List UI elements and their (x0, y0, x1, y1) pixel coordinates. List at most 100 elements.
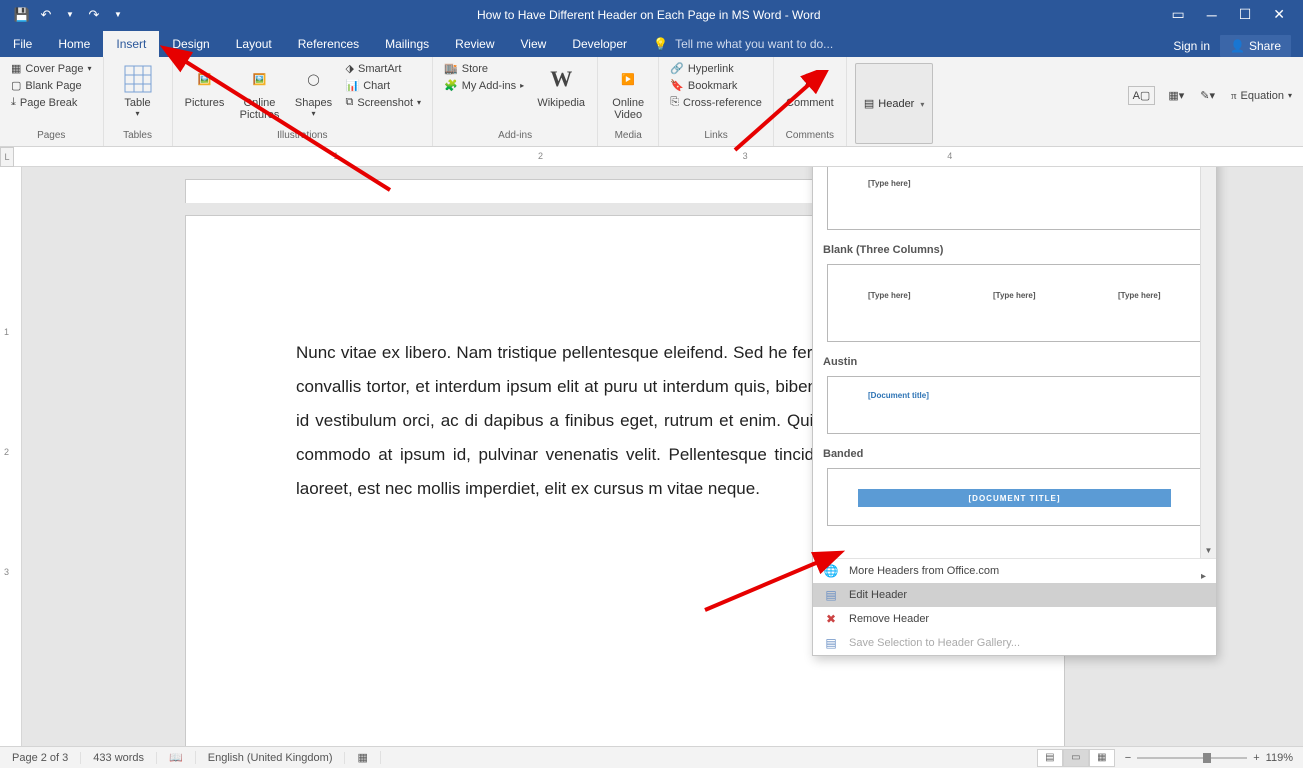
view-buttons: ▤ ▭ ▦ (1037, 749, 1115, 767)
maximize-icon[interactable]: ☐ (1239, 6, 1252, 23)
comment-button[interactable]: 💬Comment (782, 61, 838, 130)
table-button[interactable]: Table▾ (112, 61, 164, 130)
group-tables: Table▾ Tables (104, 57, 173, 146)
chart-button[interactable]: 📊Chart (343, 78, 425, 93)
picture-icon: 🖼️ (189, 63, 221, 95)
lightbulb-icon: 💡 (653, 37, 668, 51)
tab-layout[interactable]: Layout (223, 31, 285, 57)
gallery-item-banded[interactable]: [DOCUMENT TITLE] (827, 468, 1202, 526)
ribbon: ▦Cover Page▾ ▢Blank Page ⤓Page Break Pag… (0, 57, 1303, 147)
gallery-item-label: Banded (813, 444, 1216, 464)
status-language[interactable]: English (United Kingdom) (196, 752, 346, 764)
view-web-icon[interactable]: ▦ (1089, 749, 1115, 767)
header-gallery-dropdown: Built-in Blank [Type here] Blank (Three … (812, 167, 1217, 656)
edit-header-command[interactable]: ▤ Edit Header (813, 583, 1216, 607)
shapes-icon: ◯ (298, 63, 330, 95)
signin-link[interactable]: Sign in (1173, 39, 1210, 53)
textbox-shortcut[interactable]: A▢ (1128, 86, 1156, 105)
status-proofing-icon[interactable]: 📖 (157, 751, 196, 764)
status-macro-icon[interactable]: ▦ (345, 751, 380, 764)
bookmark-button[interactable]: 🔖Bookmark (667, 78, 765, 93)
chevron-down-icon (918, 98, 924, 110)
tab-file[interactable]: File (0, 31, 45, 57)
tab-developer[interactable]: Developer (559, 31, 640, 57)
horizontal-ruler-area: L 1 2 3 4 (0, 147, 1303, 167)
store-button[interactable]: 🏬Store (441, 61, 527, 76)
header-button-label: Header (878, 98, 914, 110)
cover-page-button[interactable]: ▦Cover Page▾ (8, 61, 95, 76)
share-button[interactable]: 👤 Share (1220, 35, 1291, 57)
screenshot-icon: ⧉ (346, 96, 354, 109)
tab-mailings[interactable]: Mailings (372, 31, 442, 57)
tab-design[interactable]: Design (159, 31, 222, 57)
redo-icon[interactable]: ↷ (86, 7, 102, 23)
tell-me[interactable]: 💡 Tell me what you want to do... (640, 31, 846, 57)
status-words[interactable]: 433 words (81, 752, 157, 764)
ribbon-display-icon[interactable]: ▭ (1172, 6, 1185, 23)
ribbon-tabs: File Home Insert Design Layout Reference… (0, 29, 1303, 57)
gallery-item-label: Blank (Three Columns) (813, 240, 1216, 260)
cross-ref-icon: ⎘ (670, 96, 679, 109)
header-dropdown-button[interactable]: ▤ Header (855, 63, 934, 144)
zoom-out-button[interactable]: − (1125, 752, 1131, 764)
tab-home[interactable]: Home (45, 31, 103, 57)
ruler-tab-selector[interactable]: L (0, 147, 14, 167)
tab-insert[interactable]: Insert (103, 31, 159, 57)
signature-shortcut[interactable]: ✎▾ (1197, 88, 1218, 103)
gallery-item-blank[interactable]: [Type here] (827, 167, 1202, 230)
hyperlink-button[interactable]: 🔗Hyperlink (667, 61, 765, 76)
more-headers-command[interactable]: 🌐 More Headers from Office.com (813, 559, 1216, 583)
wikipedia-button[interactable]: WWikipedia (533, 61, 589, 130)
group-illustrations: 🖼️Pictures 🖼️Online Pictures ◯Shapes▾ ⬗S… (173, 57, 434, 146)
undo-icon[interactable]: ↶ (38, 7, 54, 23)
group-pages: ▦Cover Page▾ ▢Blank Page ⤓Page Break Pag… (0, 57, 104, 146)
close-icon[interactable]: ✕ (1273, 6, 1285, 23)
share-label: Share (1249, 39, 1281, 53)
gallery-scrollbar[interactable]: ▲ ▼ (1200, 167, 1216, 558)
page-break-button[interactable]: ⤓Page Break (8, 95, 95, 110)
qat-custom-caret-icon[interactable]: ▼ (110, 7, 126, 23)
online-pictures-button[interactable]: 🖼️Online Pictures (235, 61, 285, 130)
group-symbols: A▢ ▦▾ ✎▾ πEquation▾ (1120, 57, 1303, 146)
status-page[interactable]: Page 2 of 3 (0, 752, 81, 764)
pictures-button[interactable]: 🖼️Pictures (181, 61, 229, 130)
remove-header-command[interactable]: ✖ Remove Header (813, 607, 1216, 631)
online-video-button[interactable]: ▶️Online Video (606, 61, 650, 130)
screenshot-button[interactable]: ⧉Screenshot▾ (343, 95, 425, 110)
cross-reference-button[interactable]: ⎘Cross-reference (667, 95, 765, 110)
comment-icon: 💬 (794, 63, 826, 95)
minimize-icon[interactable]: ─ (1207, 7, 1217, 23)
horizontal-ruler[interactable]: 1 2 3 4 (180, 149, 1203, 165)
hyperlink-icon: 🔗 (670, 62, 684, 75)
zoom-value[interactable]: 119% (1266, 752, 1293, 764)
vertical-ruler[interactable]: 1 2 3 (0, 167, 22, 767)
gallery-item-austin[interactable]: [Document title] (827, 376, 1202, 434)
shapes-button[interactable]: ◯Shapes▾ (291, 61, 337, 130)
equation-button[interactable]: πEquation▾ (1228, 89, 1295, 103)
tab-view[interactable]: View (508, 31, 560, 57)
quickparts-shortcut[interactable]: ▦▾ (1165, 88, 1187, 103)
save-icon[interactable]: 💾 (14, 7, 30, 23)
view-print-icon[interactable]: ▭ (1063, 749, 1089, 767)
zoom-slider[interactable] (1137, 757, 1247, 759)
scroll-down-icon[interactable]: ▼ (1201, 542, 1216, 558)
view-read-icon[interactable]: ▤ (1037, 749, 1063, 767)
tab-review[interactable]: Review (442, 31, 507, 57)
tell-me-label: Tell me what you want to do... (675, 37, 833, 51)
gallery-footer: 🌐 More Headers from Office.com ▤ Edit He… (813, 558, 1216, 655)
status-bar: Page 2 of 3 433 words 📖 English (United … (0, 746, 1303, 768)
smartart-button[interactable]: ⬗SmartArt (343, 61, 425, 76)
undo-caret-icon[interactable]: ▼ (62, 7, 78, 23)
header-icon: ▤ (864, 97, 874, 110)
video-icon: ▶️ (612, 63, 644, 95)
my-addins-button[interactable]: 🧩My Add-ins▸ (441, 78, 527, 93)
tab-references[interactable]: References (285, 31, 372, 57)
bookmark-icon: 🔖 (670, 79, 684, 92)
zoom-in-button[interactable]: + (1253, 752, 1259, 764)
table-icon (122, 63, 154, 95)
document-area: 1 2 3 Nunc vitae ex libero. Nam tristiqu… (0, 167, 1303, 767)
save-gallery-icon: ▤ (823, 635, 839, 651)
globe-icon: 🌐 (823, 563, 839, 579)
gallery-item-blank-three[interactable]: [Type here] [Type here] [Type here] (827, 264, 1202, 342)
blank-page-button[interactable]: ▢Blank Page (8, 78, 95, 93)
